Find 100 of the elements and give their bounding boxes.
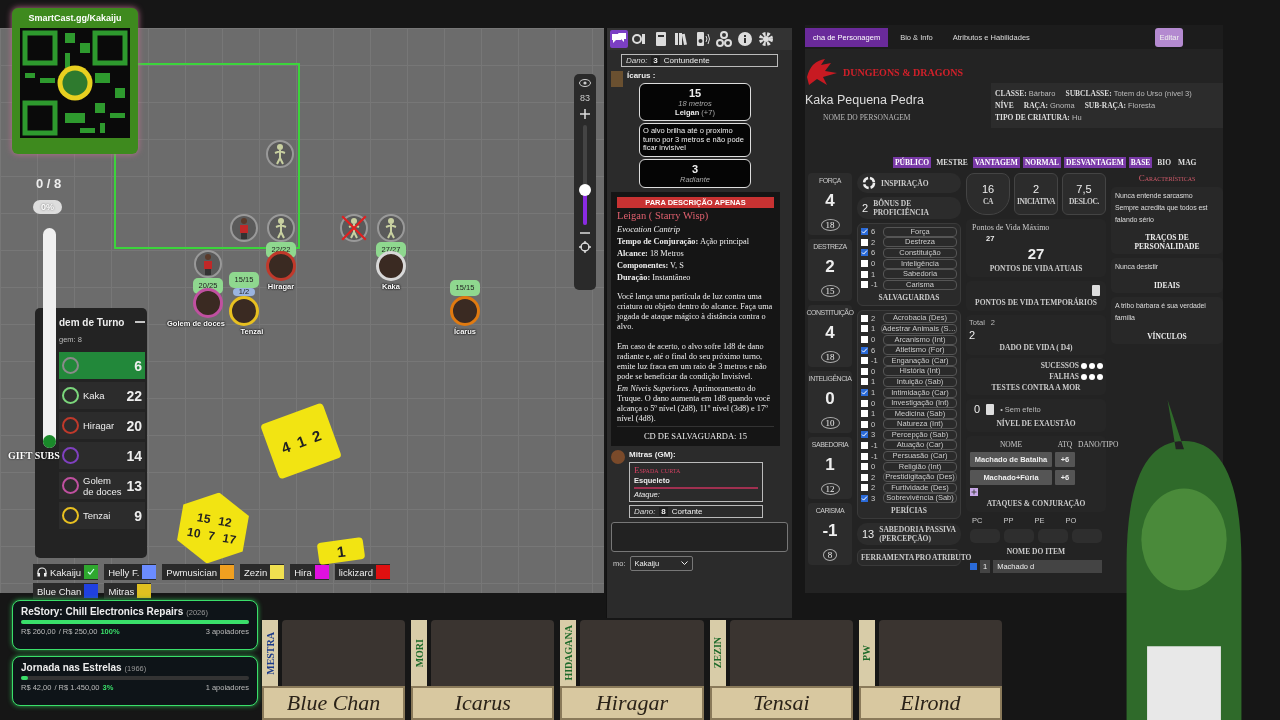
combatant-name: Kaka	[83, 390, 106, 401]
death-save-dot[interactable]	[1089, 373, 1095, 380]
proficiency-checkbox[interactable]	[861, 452, 868, 460]
headphones-icon	[37, 567, 47, 577]
initiative-value: 13	[126, 477, 142, 494]
crosshair-icon[interactable]	[579, 241, 591, 253]
damage-card: Dano: 8 Cortante	[629, 505, 763, 519]
settings-tab[interactable]	[757, 30, 775, 48]
proficiency-value: 2	[862, 202, 869, 214]
qr-code-icon	[20, 27, 130, 139]
death-save-dot[interactable]	[1097, 373, 1103, 380]
proficiency-checkbox[interactable]	[861, 399, 868, 407]
character-token[interactable]	[266, 251, 296, 281]
exhaustion-value: 0	[974, 403, 981, 415]
proficiency-checkbox[interactable]	[861, 346, 868, 354]
turn-entry[interactable]: 14	[59, 442, 145, 469]
creature-token[interactable]	[267, 214, 295, 242]
death-save-dot[interactable]	[1089, 362, 1095, 369]
proficiency-checkbox[interactable]	[861, 281, 868, 289]
name-tag: PW	[858, 620, 875, 686]
proficiency-checkbox[interactable]	[861, 325, 868, 333]
proficiency-checkbox[interactable]	[861, 484, 868, 492]
name-tag: HIDAGANA	[560, 620, 577, 686]
proficiency-checkbox[interactable]	[861, 473, 868, 481]
proficiency-checkbox[interactable]	[861, 336, 868, 344]
saving-throw-dc: CD DE SALVAGUARDA: 15	[617, 425, 774, 442]
spell-subtitle: Evocation Cantrip	[617, 224, 682, 235]
minimize-icon[interactable]	[135, 320, 145, 324]
character-token[interactable]	[193, 288, 223, 318]
spell-description: Você lança uma partícula de luz contra uma criatura ou objeto dentro do alcance. Faça uma jogada de ataque mágico à distância contra o alvo.	[617, 292, 774, 333]
creature-token[interactable]	[230, 214, 258, 242]
character-token[interactable]	[450, 296, 480, 326]
caret-icon	[681, 561, 689, 567]
proficiency-checkbox[interactable]	[861, 463, 868, 471]
zoom-value: 83	[580, 93, 590, 103]
player-name: Kakaiju	[50, 566, 82, 578]
goal-title: Jornada nas Estrelas	[21, 662, 122, 673]
player-name: lickizard	[338, 566, 373, 578]
death-save-dot[interactable]	[1081, 373, 1087, 380]
stepper[interactable]	[986, 403, 995, 415]
name-banner: Hiragar	[560, 686, 704, 720]
spell-property: Duração: Instantâneo	[617, 272, 692, 283]
name-banner: Elrond	[858, 686, 1002, 720]
info-tab[interactable]	[736, 30, 754, 48]
name-banner: Blue Chan	[262, 686, 406, 720]
proficiency-checkbox[interactable]	[861, 494, 868, 502]
combatant-name: Tenzai	[83, 510, 112, 521]
proficiency-checkbox[interactable]	[861, 410, 868, 418]
proficiency-checkbox[interactable]	[861, 260, 868, 268]
spell-description: Em caso de acerto, o alvo sofre 1d8 de dano radiante e, até o final do seu próximo turno, emite luz fraca em um raio de 3 metros e não pode se beneficiar da condição Invisível.	[617, 342, 768, 383]
turn-entry[interactable]: Hiragar 20	[59, 412, 145, 439]
chat-input[interactable]	[611, 522, 788, 553]
player-name: Hira	[294, 566, 312, 578]
proficiency-checkbox[interactable]	[861, 357, 868, 365]
turn-entry[interactable]: Kaka 22	[59, 382, 145, 409]
spell-description: Em Níveis Superiores. Aprimoramento do Truque. O dano aumenta em 1d8 quando você alcança o 5º nível (2d8), 11º nível (3d8) e 17º nível (4d8).	[617, 384, 772, 424]
proficiency-checkbox[interactable]	[861, 270, 868, 278]
qr-url: SmartCast.gg/Kakaiju	[28, 13, 122, 23]
name-banner: Tensai	[709, 686, 853, 720]
initiative-value: 14	[126, 447, 142, 464]
inspiration-icon[interactable]	[862, 176, 876, 190]
jukebox-tab[interactable]	[694, 30, 712, 48]
turn-entry[interactable]: 6	[59, 352, 145, 379]
spell-title: Leigan ( Starry Wisp)	[617, 209, 710, 223]
gift-subs-label: GIFT SUBS	[8, 450, 60, 461]
combatant-name: Hiragar	[83, 420, 116, 431]
add-icon[interactable]	[970, 488, 978, 496]
creature-token[interactable]	[194, 250, 222, 278]
proficiency-checkbox[interactable]	[861, 238, 868, 246]
death-save-dot[interactable]	[1081, 362, 1087, 369]
proficiency-checkbox[interactable]	[861, 367, 868, 375]
goal-title: ReStory: Chill Electronics Repairs	[21, 606, 184, 617]
speaker-name: Ícarus :	[627, 71, 657, 80]
proficiency-checkbox[interactable]	[861, 442, 868, 449]
zoom-in-icon[interactable]	[580, 109, 590, 119]
avatar-placeholder	[611, 450, 625, 465]
character-name: Kaka Pequena Pedra	[805, 93, 925, 107]
item-checkbox[interactable]	[970, 563, 977, 570]
creature-token[interactable]	[377, 214, 405, 242]
creature-token[interactable]	[266, 140, 294, 168]
proficiency-checkbox[interactable]	[861, 228, 868, 236]
death-save-dot[interactable]	[1097, 362, 1103, 369]
chat-tab[interactable]	[610, 30, 628, 48]
proficiency-checkbox[interactable]	[861, 314, 868, 322]
speaker-name: Mitras (GM):	[629, 450, 677, 460]
name-tag: ZEZIN	[709, 620, 726, 686]
proficiency-checkbox[interactable]	[861, 431, 868, 439]
name-tag: MORI	[411, 620, 428, 686]
character-token[interactable]	[229, 296, 259, 326]
proficiency-checkbox[interactable]	[861, 378, 868, 386]
eye-icon[interactable]	[579, 79, 591, 87]
proficiency-checkbox[interactable]	[861, 249, 868, 257]
turn-entry[interactable]: Tenzai 9	[59, 502, 145, 529]
nodes-tab[interactable]	[715, 30, 733, 48]
slider-thumb[interactable]	[579, 184, 591, 196]
proficiency-checkbox[interactable]	[861, 420, 868, 428]
proficiency-checkbox[interactable]	[861, 389, 868, 396]
zoom-out-icon[interactable]	[580, 231, 590, 235]
name-banner: Icarus	[411, 686, 555, 720]
creature-token[interactable]	[340, 214, 368, 242]
